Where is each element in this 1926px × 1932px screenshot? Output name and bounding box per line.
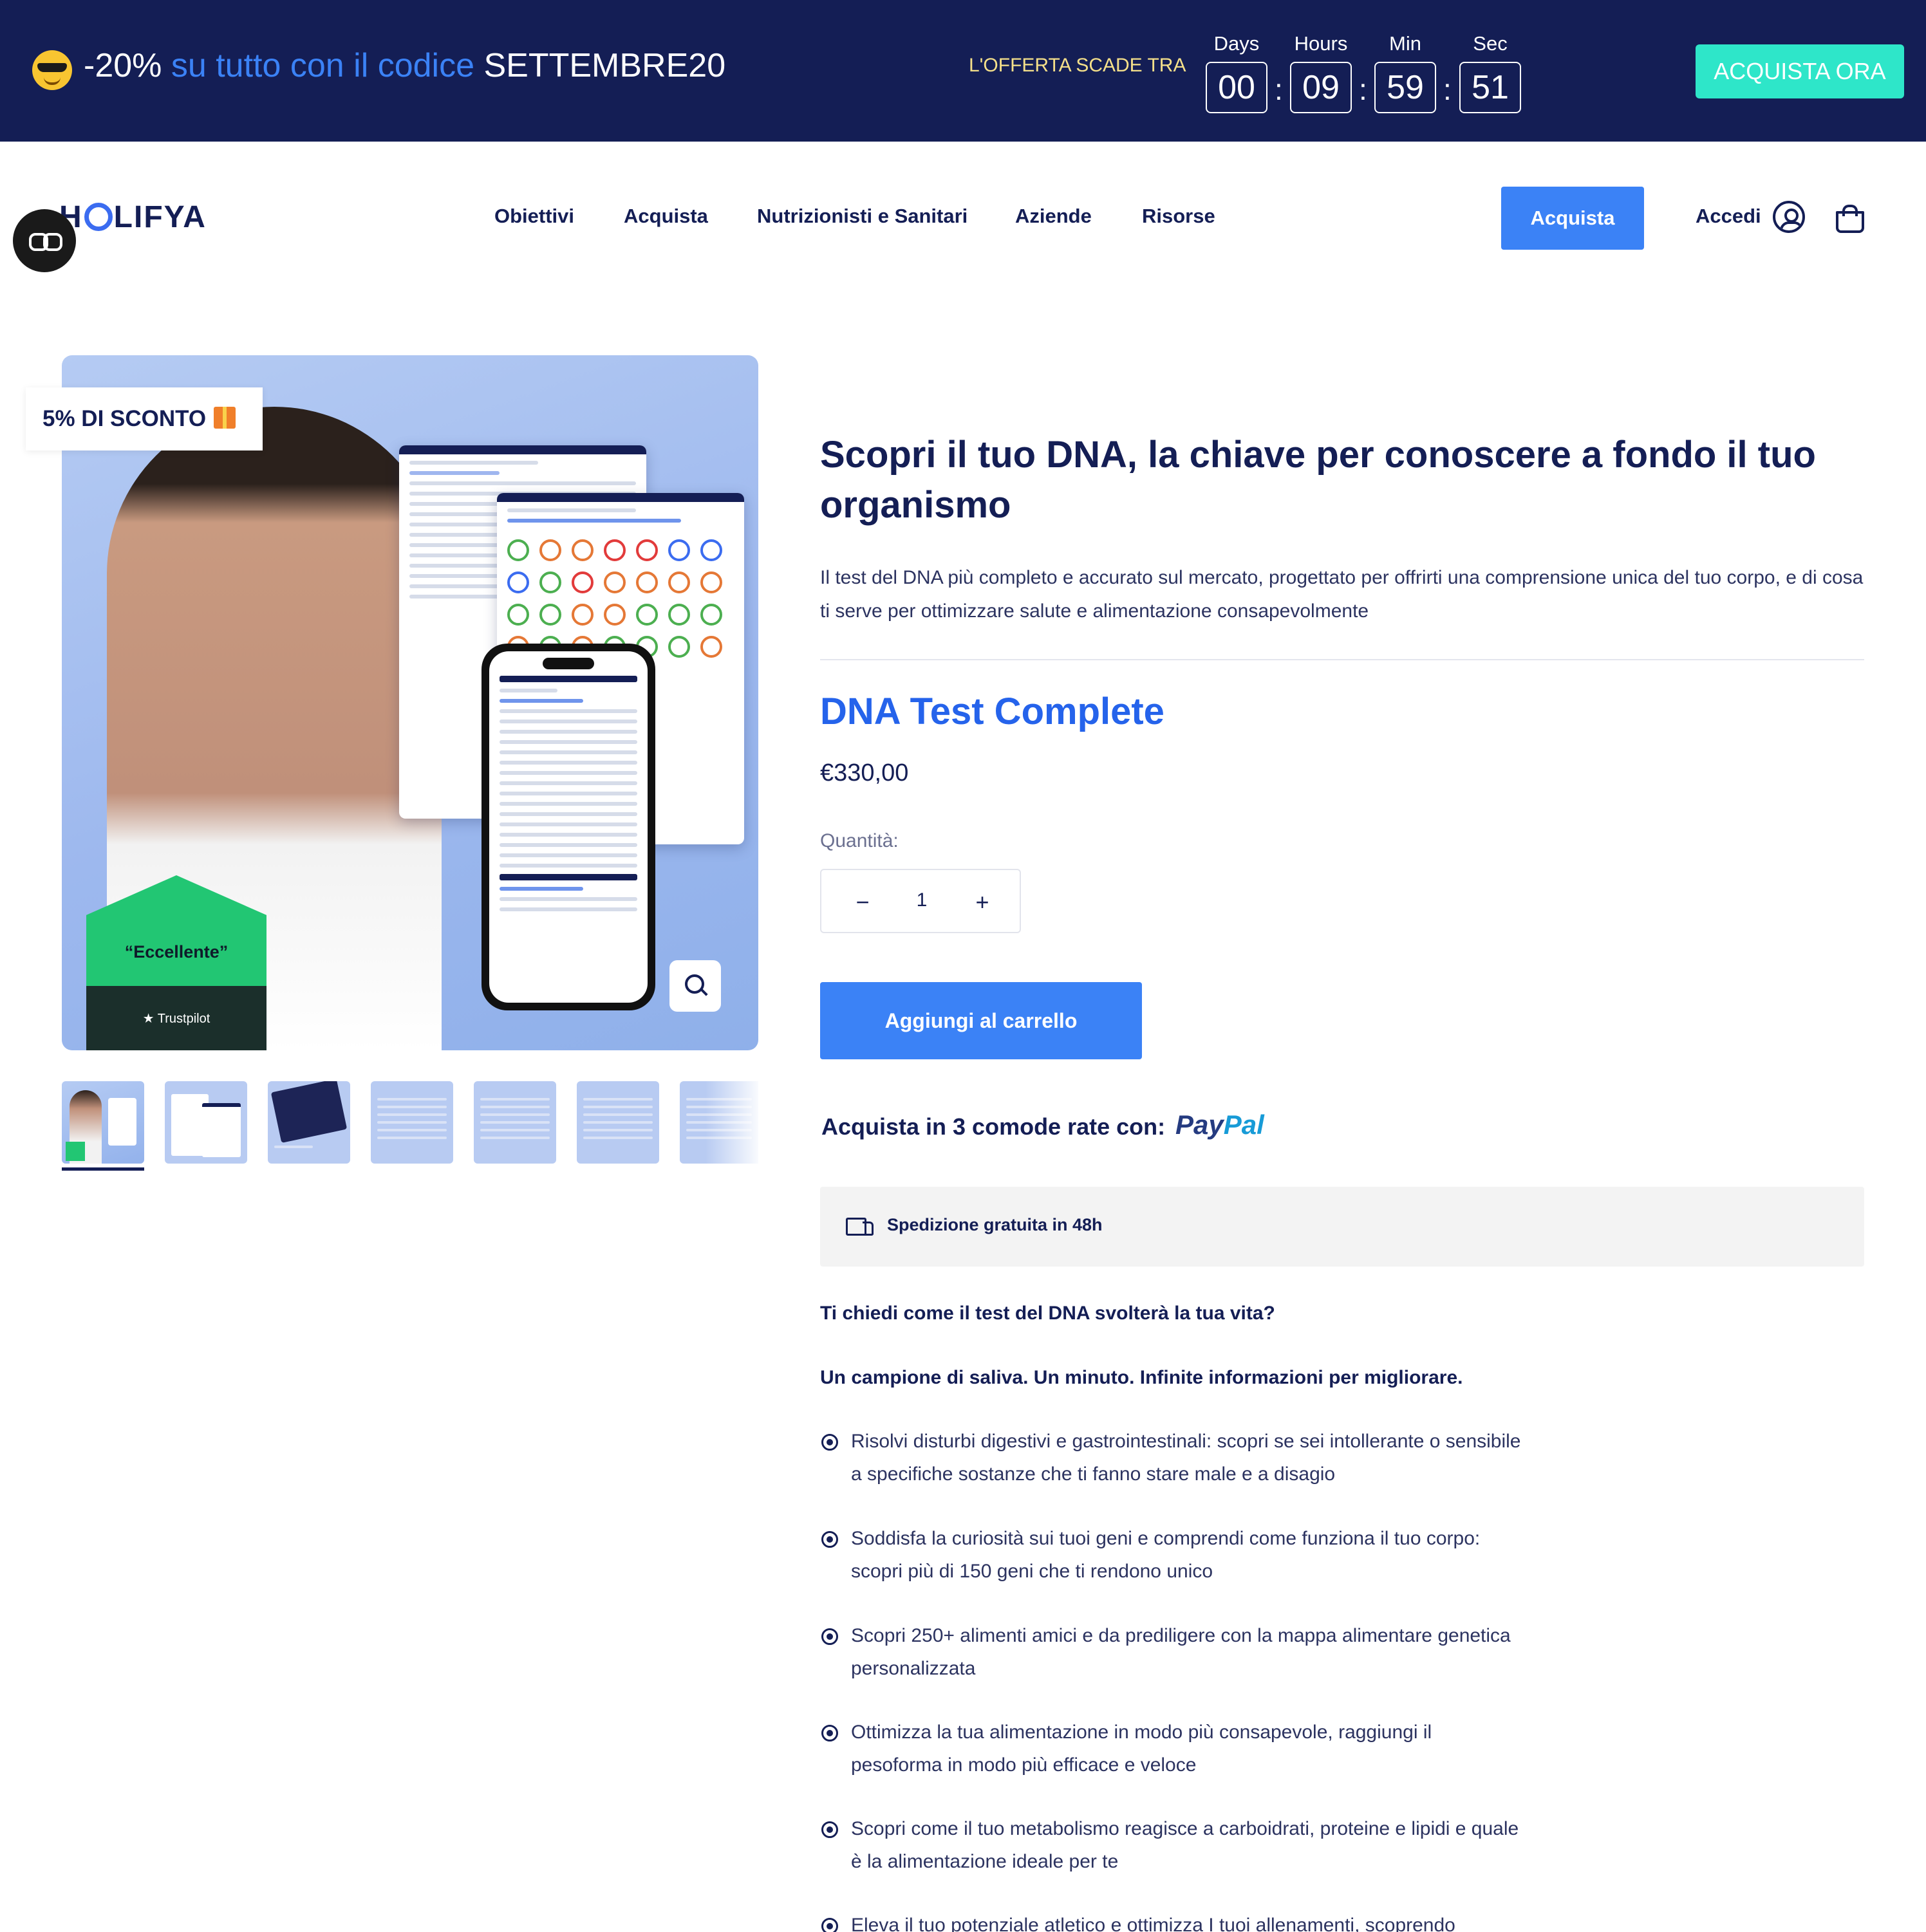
thumbnail-2[interactable] xyxy=(165,1081,247,1164)
countdown-value: 59 xyxy=(1374,62,1436,113)
list-item: Soddisfa la curiosità sui tuoi geni e co… xyxy=(820,1522,1528,1588)
trustpilot-rating: “Eccellente” xyxy=(124,942,229,961)
thumbnail-fade xyxy=(706,1075,763,1171)
thumbnail-5[interactable] xyxy=(474,1081,556,1164)
quantity-value[interactable]: 1 xyxy=(896,889,948,911)
promo-discount: -20% xyxy=(84,47,162,84)
quantity-label: Quantità: xyxy=(820,830,899,851)
countdown-separator: : xyxy=(1443,73,1452,106)
cart-icon[interactable] xyxy=(1836,205,1864,233)
countdown-days: Days 00 xyxy=(1206,32,1267,113)
radio-bullet-icon xyxy=(821,1628,838,1645)
offer-expiry-label: L'OFFERTA SCADE TRA xyxy=(969,55,1186,76)
list-item-text: Soddisfa la curiosità sui tuoi geni e co… xyxy=(851,1528,1481,1582)
radio-bullet-icon xyxy=(821,1531,838,1548)
countdown-seconds: Sec 51 xyxy=(1459,32,1521,113)
zoom-icon[interactable] xyxy=(669,960,721,1012)
sunglasses-emoji-icon xyxy=(32,50,72,90)
list-item: Eleva il tuo potenziale atletico e ottim… xyxy=(820,1909,1528,1932)
divider xyxy=(820,659,1864,660)
phone-mockup xyxy=(482,644,655,1010)
product-description: Il test del DNA più completo e accurato … xyxy=(820,567,1864,622)
thumbnail-active-indicator xyxy=(62,1167,144,1171)
dna-tagline: Un campione di saliva. Un minuto. Infini… xyxy=(820,1367,1463,1388)
promo-phrase: su tutto con il codice xyxy=(171,47,475,84)
truck-icon xyxy=(846,1218,874,1236)
countdown-label: Sec xyxy=(1473,32,1508,55)
thumbnail-4[interactable] xyxy=(371,1081,453,1164)
product-name: DNA Test Complete xyxy=(820,691,1164,732)
promo-buy-now-button[interactable]: ACQUISTA ORA xyxy=(1696,44,1904,98)
discount-text: 5% DI SCONTO xyxy=(42,406,207,431)
nav-obiettivi[interactable]: Obiettivi xyxy=(494,205,574,228)
promo-text: -20% su tutto con il codice SETTEMBRE20 xyxy=(84,46,725,85)
promo-code: SETTEMBRE20 xyxy=(483,47,726,84)
thumbnail-3[interactable] xyxy=(268,1081,350,1164)
nav-acquista[interactable]: Acquista xyxy=(624,205,708,228)
quantity-increase-button[interactable]: + xyxy=(969,889,995,915)
shipping-info: Spedizione gratuita in 48h xyxy=(820,1187,1864,1267)
add-to-cart-button[interactable]: Aggiungi al carrello xyxy=(820,982,1142,1059)
countdown-label: Min xyxy=(1389,32,1421,55)
dna-question: Ti chiedi come il test del DNA svolterà … xyxy=(820,1303,1275,1324)
list-item: Scopri come il tuo metabolismo reagisce … xyxy=(820,1812,1528,1878)
installments-text: Acquista in 3 comode rate con: xyxy=(821,1113,1166,1140)
user-icon[interactable] xyxy=(1773,201,1805,233)
list-item: Ottimizza la tua alimentazione in modo p… xyxy=(820,1716,1528,1781)
list-item-text: Scopri 250+ alimenti amici e da predilig… xyxy=(851,1625,1511,1679)
paypal-logo[interactable]: PayPal xyxy=(1175,1110,1264,1140)
quantity-stepper: − 1 + xyxy=(820,869,1021,933)
radio-bullet-icon xyxy=(821,1434,838,1451)
gift-icon xyxy=(214,407,236,429)
accessibility-icon[interactable] xyxy=(13,209,76,272)
radio-bullet-icon xyxy=(821,1821,838,1838)
header-buy-button[interactable]: Acquista xyxy=(1501,187,1644,250)
product-price: €330,00 xyxy=(820,759,909,786)
holifya-logo[interactable]: H LIFYA xyxy=(59,200,207,235)
list-item-text: Scopri come il tuo metabolismo reagisce … xyxy=(851,1818,1519,1872)
logo-swirl-icon xyxy=(84,203,113,231)
countdown-label: Hours xyxy=(1294,32,1348,55)
thumbnail-6[interactable] xyxy=(577,1081,659,1164)
list-item: Risolvi disturbi digestivi e gastrointes… xyxy=(820,1425,1528,1491)
countdown-hours: Hours 09 xyxy=(1290,32,1352,113)
countdown-separator: : xyxy=(1359,73,1367,106)
list-item-text: Eleva il tuo potenziale atletico e ottim… xyxy=(851,1915,1455,1932)
trustpilot-logo: ★ Trustpilot xyxy=(142,1012,210,1026)
promo-bar: -20% su tutto con il codice SETTEMBRE20 … xyxy=(0,0,1926,142)
product-title: Scopri il tuo DNA, la chiave per conosce… xyxy=(820,434,1816,526)
list-item: Scopri 250+ alimenti amici e da predilig… xyxy=(820,1619,1528,1685)
countdown-minutes: Min 59 xyxy=(1374,32,1436,113)
countdown-value: 51 xyxy=(1459,62,1521,113)
radio-bullet-icon xyxy=(821,1918,838,1932)
paypal-logo-part: Pal xyxy=(1223,1110,1264,1140)
nav-aziende[interactable]: Aziende xyxy=(1015,205,1092,228)
countdown-value: 09 xyxy=(1290,62,1352,113)
countdown-label: Days xyxy=(1213,32,1260,55)
nav-risorse[interactable]: Risorse xyxy=(1142,205,1215,228)
countdown-separator: : xyxy=(1275,73,1283,106)
quantity-decrease-button[interactable]: − xyxy=(850,891,875,914)
login-link[interactable]: Accedi xyxy=(1696,205,1761,228)
radio-bullet-icon xyxy=(821,1725,838,1742)
shipping-text: Spedizione gratuita in 48h xyxy=(887,1215,1103,1234)
discount-badge: 5% DI SCONTO xyxy=(26,387,263,450)
product-main-image[interactable]: “Eccellente” ★ Trustpilot xyxy=(62,355,758,1050)
list-item-text: Risolvi disturbi digestivi e gastrointes… xyxy=(851,1431,1521,1485)
nav-nutrizionisti[interactable]: Nutrizionisti e Sanitari xyxy=(757,205,968,228)
paypal-logo-part: Pay xyxy=(1175,1110,1224,1140)
thumbnail-1[interactable] xyxy=(62,1081,144,1164)
list-item-text: Ottimizza la tua alimentazione in modo p… xyxy=(851,1722,1432,1776)
countdown-value: 00 xyxy=(1206,62,1267,113)
trustpilot-badge: “Eccellente” ★ Trustpilot xyxy=(86,875,266,1050)
